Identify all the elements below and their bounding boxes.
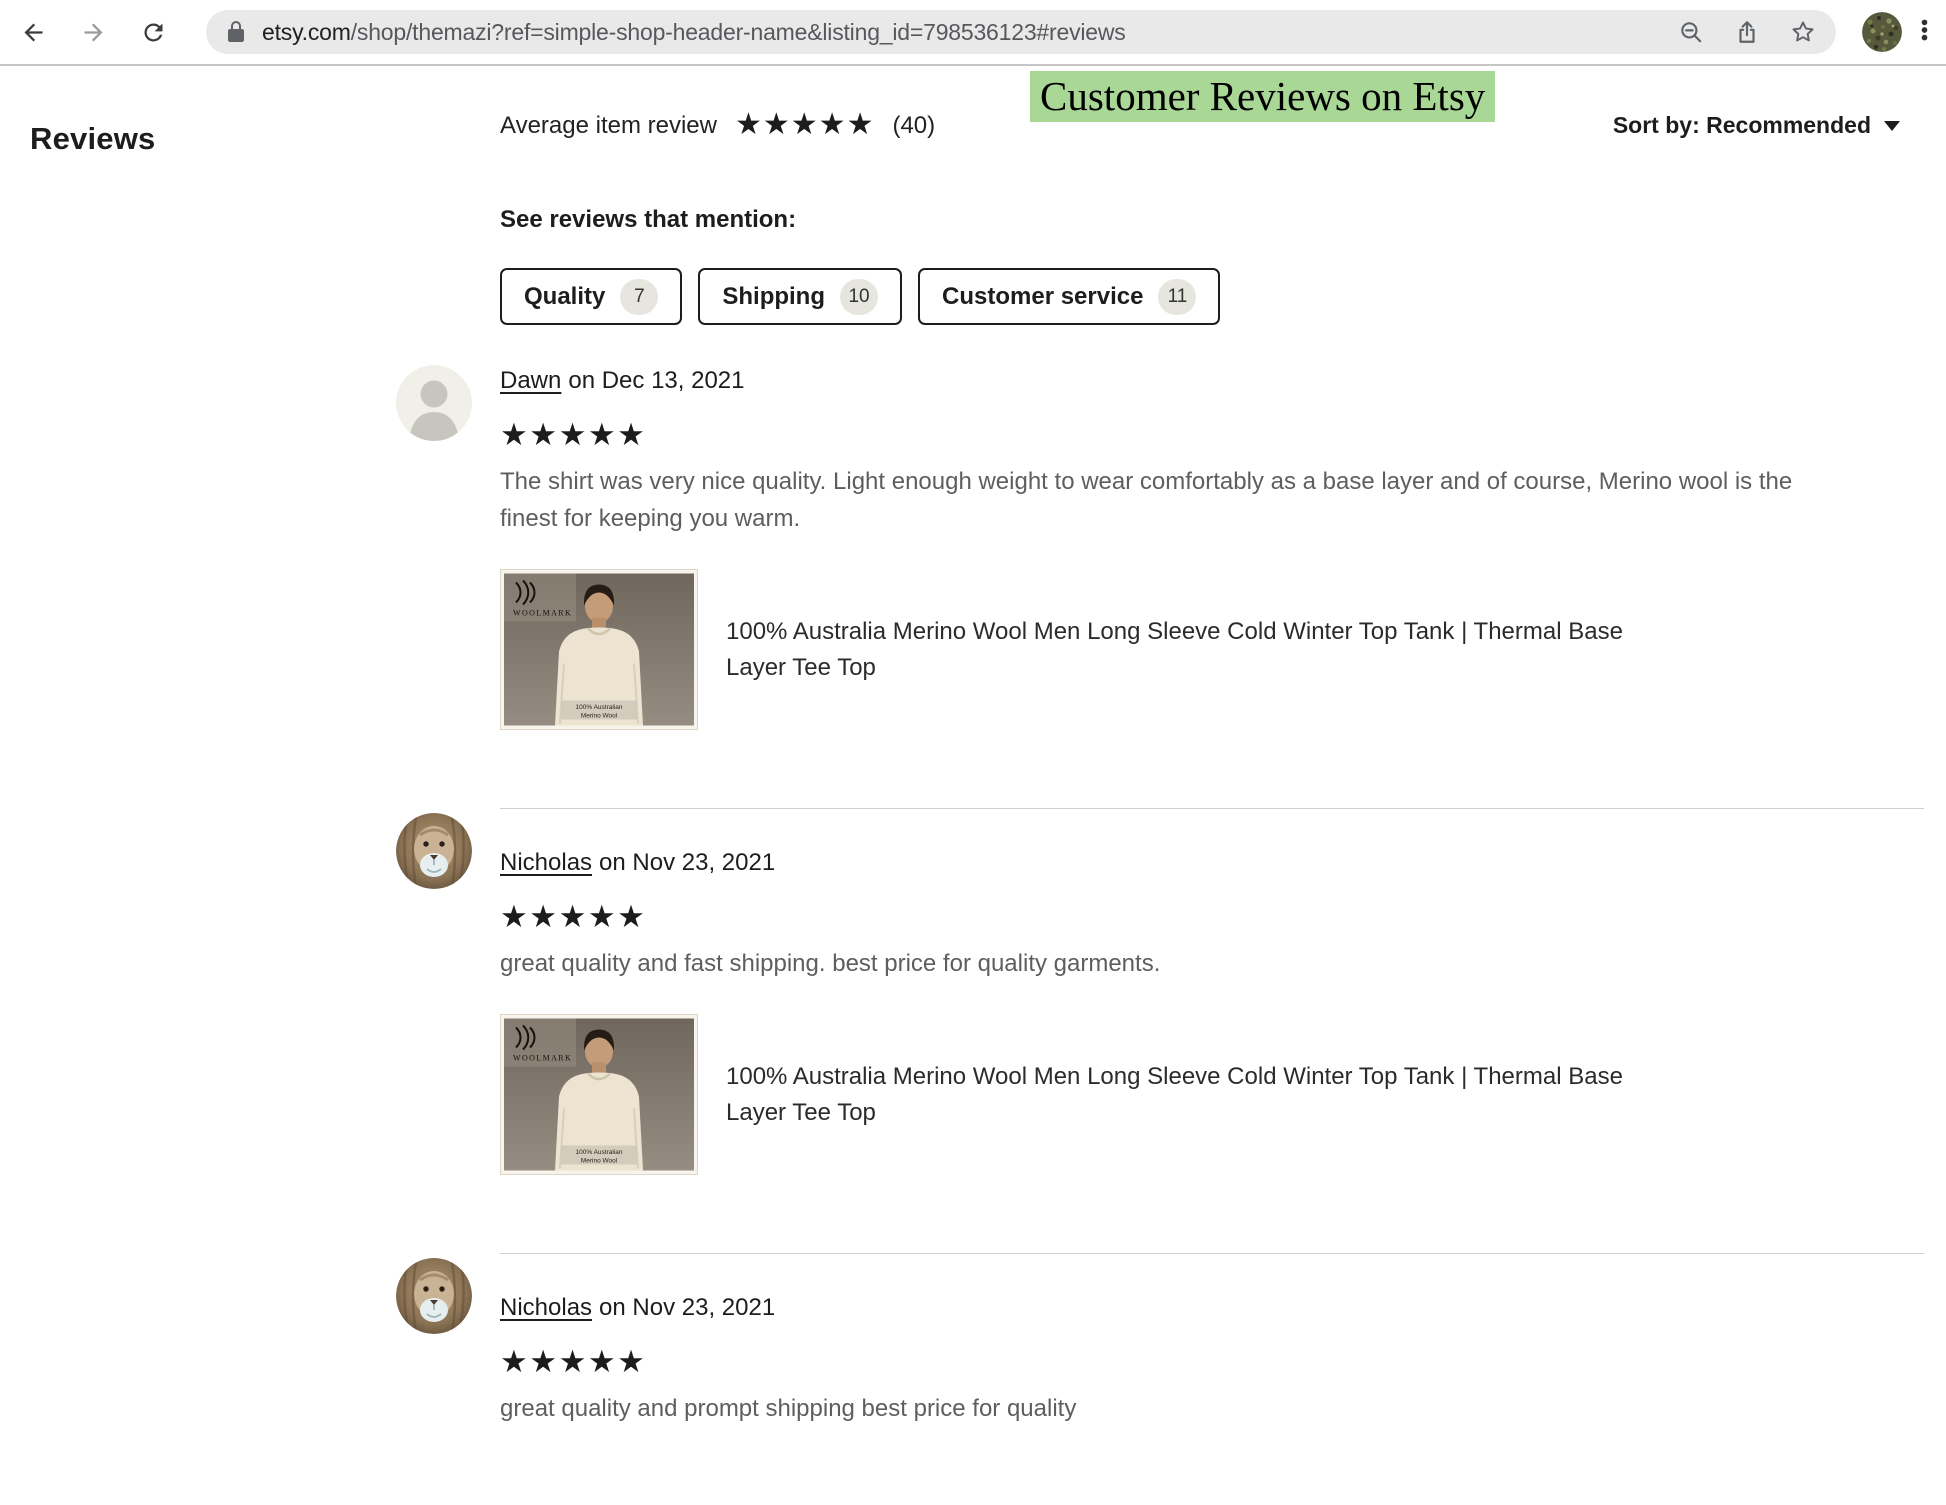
- person-silhouette-icon: [396, 365, 472, 441]
- back-arrow-icon: [20, 19, 47, 46]
- highlight-annotation: Customer Reviews on Etsy: [1030, 71, 1495, 122]
- review-meta: Dawn on Dec 13, 2021: [500, 367, 1924, 395]
- share-icon[interactable]: [1734, 19, 1760, 45]
- product-photo: WOOLMARK 100% Australian Merino Wool: [504, 1018, 694, 1171]
- product-title-link[interactable]: 100% Australia Merino Wool Men Long Slee…: [726, 614, 1631, 686]
- star-rating: ★★★★★: [500, 417, 1924, 453]
- review-list: Dawn on Dec 13, 2021 ★★★★★ The shirt was …: [500, 367, 1924, 1505]
- review-date: on Nov 23, 2021: [599, 849, 775, 876]
- profile-avatar-icon: [1862, 12, 1902, 52]
- mentions-heading: See reviews that mention:: [500, 206, 1924, 234]
- filter-chip-customer-service[interactable]: Customer service 11: [918, 268, 1220, 325]
- thumb-caption-line1: 100% Australian: [576, 704, 623, 711]
- forward-arrow-icon: [80, 19, 107, 46]
- average-star-rating: ★★★★★: [735, 107, 874, 142]
- reviewer-avatar[interactable]: [396, 1258, 472, 1334]
- browser-profile-avatar[interactable]: [1862, 12, 1902, 52]
- bookmark-star-icon[interactable]: [1790, 19, 1816, 45]
- product-photo: WOOLMARK 100% Australian Merino Wool: [504, 573, 694, 726]
- review-date: on Nov 23, 2021: [599, 1294, 775, 1321]
- review-text: The shirt was very nice quality. Light e…: [500, 463, 1795, 537]
- url-domain: etsy.com: [262, 19, 351, 45]
- page-title: Reviews: [30, 121, 155, 157]
- browser-menu-button[interactable]: [1918, 17, 1944, 48]
- reviews-section: See reviews that mention: Quality 7 Ship…: [500, 206, 1924, 1505]
- forward-button[interactable]: [76, 15, 110, 49]
- sort-label: Sort by: Recommended: [1613, 112, 1871, 139]
- url-path: /shop/themazi?ref=simple-shop-header-nam…: [351, 19, 1126, 45]
- product-thumbnail[interactable]: WOOLMARK 100% Australian Merino Wool: [500, 1014, 698, 1175]
- chip-label: Customer service: [942, 283, 1143, 311]
- filter-chip-shipping[interactable]: Shipping 10: [698, 268, 902, 325]
- reviewer-link[interactable]: Nicholas: [500, 849, 592, 876]
- product-title-link[interactable]: 100% Australia Merino Wool Men Long Slee…: [726, 1059, 1631, 1131]
- review-count: (40): [892, 112, 935, 140]
- review-date: on Dec 13, 2021: [568, 367, 744, 394]
- review-item: Nicholas on Nov 23, 2021 ★★★★★ great qual…: [500, 808, 1924, 1253]
- product-thumbnail[interactable]: WOOLMARK 100% Australian Merino Wool: [500, 569, 698, 730]
- reviewer-avatar[interactable]: [396, 365, 472, 441]
- browser-toolbar: etsy.com/shop/themazi?ref=simple-shop-he…: [0, 0, 1946, 66]
- review-item: Dawn on Dec 13, 2021 ★★★★★ The shirt was …: [500, 367, 1924, 808]
- thumb-caption-line1: 100% Australian: [576, 1149, 623, 1156]
- chip-count-badge: 10: [840, 279, 878, 315]
- chip-label: Quality: [524, 283, 605, 311]
- review-item: Nicholas on Nov 23, 2021 ★★★★★ great qual…: [500, 1253, 1924, 1505]
- reviewer-link[interactable]: Dawn: [500, 367, 561, 394]
- zoom-out-icon[interactable]: [1678, 19, 1704, 45]
- lion-avatar-icon: [396, 1258, 472, 1334]
- average-review-row: Average item review ★★★★★ (40): [500, 110, 935, 142]
- woolmark-brand-text: WOOLMARK: [513, 609, 572, 618]
- back-button[interactable]: [16, 15, 50, 49]
- review-text: great quality and fast shipping. best pr…: [500, 945, 1795, 982]
- average-review-label: Average item review: [500, 112, 717, 140]
- thumb-caption-line2: Merino Wool: [581, 713, 618, 720]
- review-meta: Nicholas on Nov 23, 2021: [500, 849, 1924, 877]
- review-meta: Nicholas on Nov 23, 2021: [500, 1294, 1924, 1322]
- chip-count-badge: 7: [620, 279, 658, 315]
- three-dot-menu-icon: [1918, 17, 1944, 43]
- url-text: etsy.com/shop/themazi?ref=simple-shop-he…: [262, 19, 1126, 46]
- sort-dropdown[interactable]: Sort by: Recommended: [1613, 112, 1900, 139]
- woolmark-brand-text: WOOLMARK: [513, 1054, 572, 1063]
- chevron-down-icon: [1884, 121, 1900, 131]
- purchased-item: WOOLMARK 100% Australian Merino Wool 100…: [500, 1014, 1924, 1175]
- reviewer-avatar[interactable]: [396, 813, 472, 889]
- mention-filter-chips: Quality 7 Shipping 10 Customer service 1…: [500, 268, 1924, 325]
- url-bar[interactable]: etsy.com/shop/themazi?ref=simple-shop-he…: [206, 10, 1836, 54]
- review-text: great quality and prompt shipping best p…: [500, 1390, 1795, 1427]
- reviewer-link[interactable]: Nicholas: [500, 1294, 592, 1321]
- reload-icon: [140, 19, 167, 46]
- chip-count-badge: 11: [1158, 279, 1196, 315]
- star-rating: ★★★★★: [500, 1344, 1924, 1380]
- thumb-caption-line2: Merino Wool: [581, 1158, 618, 1165]
- purchased-item: WOOLMARK 100% Australian Merino Wool 100…: [500, 569, 1924, 730]
- star-rating: ★★★★★: [500, 899, 1924, 935]
- reload-button[interactable]: [136, 15, 170, 49]
- chip-label: Shipping: [722, 283, 825, 311]
- lion-avatar-icon: [396, 813, 472, 889]
- filter-chip-quality[interactable]: Quality 7: [500, 268, 682, 325]
- lock-icon: [224, 20, 248, 44]
